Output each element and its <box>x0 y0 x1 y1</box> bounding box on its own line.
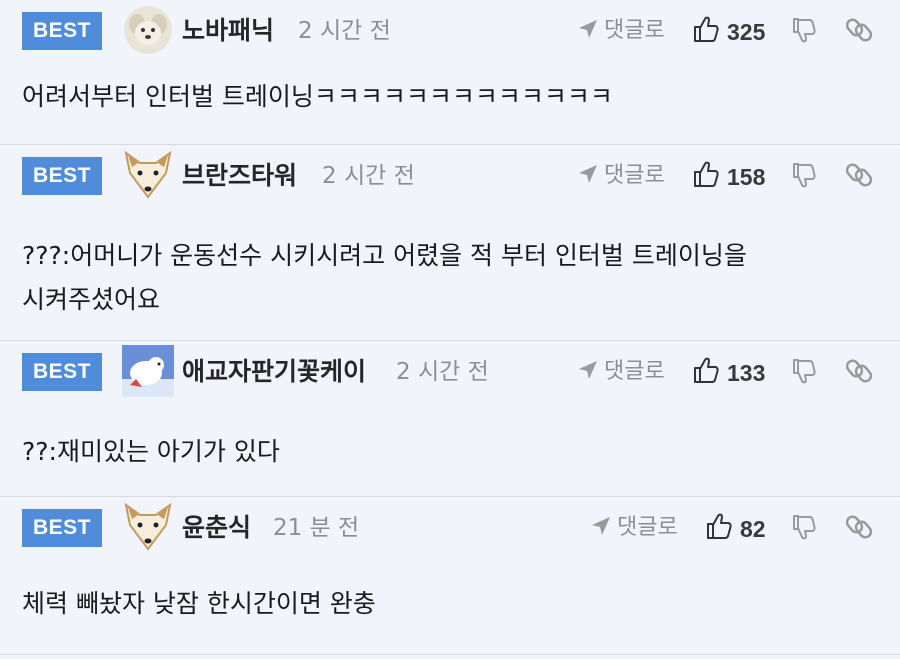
reply-label: 댓글로 <box>604 18 665 43</box>
reply-label: 댓글로 <box>604 163 665 188</box>
send-arrow-icon <box>579 20 597 38</box>
timestamp: 2 시간 전 <box>396 359 489 385</box>
timestamp: 21 분 전 <box>273 515 360 541</box>
comment-item: BEST 윤춘식 21 분 전 댓글로 82 체력 빼놨자 낮잠 한시간이면 완… <box>0 497 900 655</box>
thumbs-down-icon[interactable] <box>792 16 818 46</box>
like-button[interactable]: 133 <box>693 353 765 391</box>
fox-avatar[interactable] <box>122 149 174 201</box>
username[interactable]: 노바패닉 <box>182 12 274 50</box>
like-button[interactable]: 158 <box>693 157 765 195</box>
reply-button[interactable]: 댓글로 <box>578 12 665 50</box>
link-icon[interactable] <box>846 355 872 385</box>
send-arrow-icon <box>579 165 597 183</box>
timestamp: 2 시간 전 <box>298 18 391 44</box>
send-arrow-icon <box>579 361 597 379</box>
reply-button[interactable]: 댓글로 <box>591 509 678 547</box>
reply-label: 댓글로 <box>604 359 665 384</box>
username[interactable]: 윤춘식 <box>182 509 251 547</box>
fox-avatar[interactable] <box>122 501 174 553</box>
comment-text: ??:재미있는 아기가 있다 <box>22 437 280 466</box>
send-arrow-icon <box>592 517 610 535</box>
comment-text: 어려서부터 인터벌 트레이닝ㅋㅋㅋㅋㅋㅋㅋㅋㅋㅋㅋㅋㅋ <box>22 82 613 111</box>
link-icon[interactable] <box>846 511 872 541</box>
username[interactable]: 브란즈타워 <box>182 157 297 195</box>
comment-item: BEST 노바패닉 2 시간 전 댓글로 325 어려서부터 인터벌 트레이닝ㅋ… <box>0 0 900 145</box>
like-count: 325 <box>727 18 766 45</box>
thumbs-down-icon[interactable] <box>792 513 818 543</box>
timestamp: 2 시간 전 <box>322 163 415 189</box>
best-badge: BEST <box>22 509 102 547</box>
thumbs-up-icon <box>694 161 719 187</box>
like-count: 82 <box>740 515 766 542</box>
thumbs-up-icon <box>694 16 719 42</box>
thumbs-up-icon <box>694 357 719 383</box>
like-button[interactable]: 325 <box>693 12 765 50</box>
reply-label: 댓글로 <box>617 515 678 540</box>
reply-button[interactable]: 댓글로 <box>578 353 665 391</box>
comment-header: BEST 애교자판기꽃케이 2 시간 전 댓글로 133 <box>0 341 900 401</box>
thumbs-up-icon <box>707 513 732 539</box>
comment-item: BEST 애교자판기꽃케이 2 시간 전 댓글로 133 ??:재미있는 아기가… <box>0 341 900 497</box>
polar-bear-avatar[interactable] <box>122 345 174 397</box>
comment-text: 체력 빼놨자 낮잠 한시간이면 완충 <box>22 589 376 618</box>
best-badge: BEST <box>22 12 102 50</box>
best-badge: BEST <box>22 157 102 195</box>
thumbs-down-icon[interactable] <box>792 357 818 387</box>
thumbs-down-icon[interactable] <box>792 161 818 191</box>
comment-text: ???:어머니가 운동선수 시키시려고 어렸을 적 부터 인터벌 트레이닝을 시… <box>22 241 747 314</box>
best-badge: BEST <box>22 353 102 391</box>
comment-header: BEST 노바패닉 2 시간 전 댓글로 325 <box>0 0 900 60</box>
username[interactable]: 애교자판기꽃케이 <box>182 353 366 391</box>
comment-header: BEST 윤춘식 21 분 전 댓글로 82 <box>0 497 900 557</box>
link-icon[interactable] <box>846 159 872 189</box>
like-button[interactable]: 82 <box>706 509 766 547</box>
like-count: 133 <box>727 359 766 386</box>
comment-item: BEST 브란즈타워 2 시간 전 댓글로 158 ???:어머니가 운동선수 … <box>0 145 900 341</box>
reply-button[interactable]: 댓글로 <box>578 157 665 195</box>
comment-list: BEST 노바패닉 2 시간 전 댓글로 325 어려서부터 인터벌 트레이닝ㅋ… <box>0 0 900 659</box>
like-count: 158 <box>727 163 766 190</box>
link-icon[interactable] <box>846 14 872 44</box>
puppy-avatar[interactable] <box>122 4 174 56</box>
comment-header: BEST 브란즈타워 2 시간 전 댓글로 158 <box>0 145 900 205</box>
